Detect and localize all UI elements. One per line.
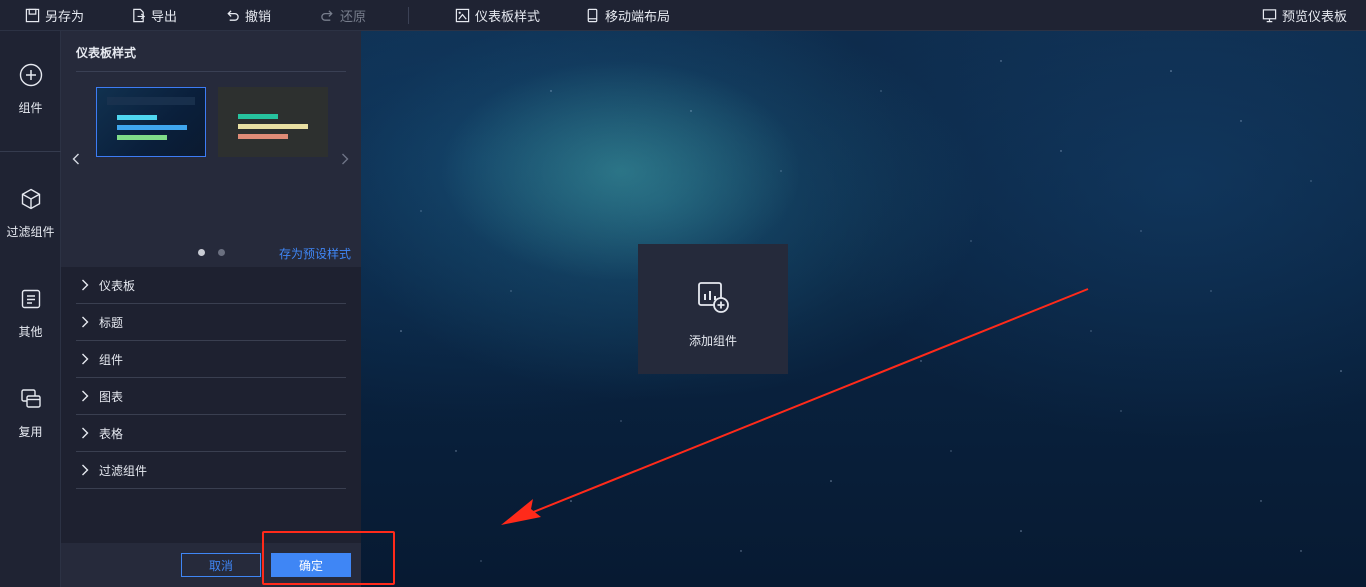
section-filter-component[interactable]: 过滤组件: [76, 452, 346, 489]
preview-dashboard-button[interactable]: 预览仪表板: [1262, 0, 1347, 31]
sidebar-item-reuse[interactable]: 复用: [0, 387, 61, 440]
plus-circle-icon: [19, 63, 42, 87]
theme-preview-bar: [117, 125, 187, 130]
section-component[interactable]: 组件: [76, 341, 346, 378]
theme-preview-bar: [238, 124, 308, 129]
redo-button[interactable]: 还原: [320, 0, 366, 31]
section-table[interactable]: 表格: [76, 415, 346, 452]
theme-preview-bar: [238, 114, 278, 119]
chevron-right-icon: [82, 427, 89, 439]
save-as-button[interactable]: 另存为: [25, 0, 84, 31]
cancel-button[interactable]: 取消: [181, 553, 261, 577]
sidebar-item-label: 过滤组件: [6, 225, 55, 239]
sidebar-item-components[interactable]: 组件: [0, 63, 61, 116]
section-label: 表格: [99, 426, 124, 441]
section-label: 过滤组件: [99, 463, 148, 478]
preview-dashboard-label: 预览仪表板: [1282, 9, 1348, 24]
save-as-label: 另存为: [45, 9, 85, 24]
theme-preview-bar: [117, 135, 167, 140]
add-chart-icon: [698, 282, 729, 313]
export-icon: [133, 8, 146, 23]
carousel-dot-active[interactable]: [198, 249, 205, 256]
mobile-layout-button[interactable]: 移动端布局: [585, 0, 670, 31]
undo-label: 撤销: [245, 9, 272, 24]
carousel-dot[interactable]: [218, 249, 225, 256]
export-label: 导出: [151, 9, 178, 24]
theme-preview-header: [107, 97, 195, 105]
monitor-icon: [1262, 9, 1277, 23]
save-icon: [25, 8, 40, 23]
section-label: 仪表板: [99, 278, 136, 293]
panel-title-divider: [76, 71, 346, 72]
chevron-left-icon: [72, 153, 79, 165]
section-title[interactable]: 标题: [76, 304, 346, 341]
undo-icon: [227, 10, 239, 21]
undo-button[interactable]: 撤销: [225, 0, 271, 31]
chevron-right-icon: [82, 464, 89, 476]
section-chart[interactable]: 图表: [76, 378, 346, 415]
section-label: 图表: [99, 389, 124, 404]
chevron-right-icon: [82, 279, 89, 291]
theme-preview-bar: [117, 115, 157, 120]
style-sections-accordion: 仪表板 标题 组件 图表 表格 过滤组件: [61, 267, 361, 543]
palette-icon: [455, 8, 470, 23]
add-component-label: 添加组件: [688, 334, 737, 348]
sidebar-item-other[interactable]: 其他: [0, 287, 61, 340]
chevron-right-icon: [342, 153, 349, 165]
sidebar-item-filter-components[interactable]: 过滤组件: [0, 187, 61, 240]
sidebar-divider: [0, 151, 61, 152]
dashboard-style-label: 仪表板样式: [475, 9, 541, 24]
dashboard-style-button[interactable]: 仪表板样式: [455, 0, 540, 31]
mobile-layout-label: 移动端布局: [605, 9, 671, 24]
save-as-preset-link[interactable]: 存为预设样式: [279, 245, 351, 262]
toolbar-divider: [408, 7, 409, 24]
sidebar-item-label: 复用: [18, 425, 43, 439]
redo-icon: [321, 10, 333, 21]
dashboard-style-panel: 仪表板样式 存为预设样式 仪表板 标题 组件 图表 表格 过滤组件 取消 确定: [61, 31, 361, 587]
theme-preview-bar: [238, 134, 288, 139]
section-dashboard[interactable]: 仪表板: [76, 267, 346, 304]
chevron-right-icon: [82, 390, 89, 402]
starfield: [400, 60, 1342, 562]
panel-title: 仪表板样式: [76, 46, 137, 60]
carousel-next-button[interactable]: [341, 152, 349, 168]
section-label: 标题: [99, 315, 124, 330]
sidebar-item-label: 组件: [18, 101, 43, 115]
chevron-right-icon: [82, 353, 89, 365]
document-icon: [21, 289, 40, 309]
copy-icon: [20, 389, 41, 408]
export-button[interactable]: 导出: [131, 0, 177, 31]
mobile-icon: [587, 8, 598, 23]
sidebar-item-label: 其他: [18, 325, 43, 339]
chevron-right-icon: [82, 316, 89, 328]
top-toolbar: 另存为 导出 撤销 还原 仪表板样式 移动端布局 预览仪表板: [0, 0, 1366, 31]
redo-label: 还原: [340, 9, 367, 24]
annotation-highlight-box: [262, 531, 395, 585]
section-label: 组件: [99, 352, 124, 367]
add-component-card[interactable]: 添加组件: [638, 244, 788, 374]
cube-icon: [21, 188, 40, 210]
style-theme-dark-gray[interactable]: [218, 87, 328, 157]
dashboard-canvas[interactable]: 添加组件: [361, 31, 1366, 587]
carousel-prev-button[interactable]: [72, 152, 80, 168]
left-sidebar: 组件 过滤组件 其他 复用: [0, 31, 61, 587]
style-theme-dark-blue[interactable]: [96, 87, 206, 157]
